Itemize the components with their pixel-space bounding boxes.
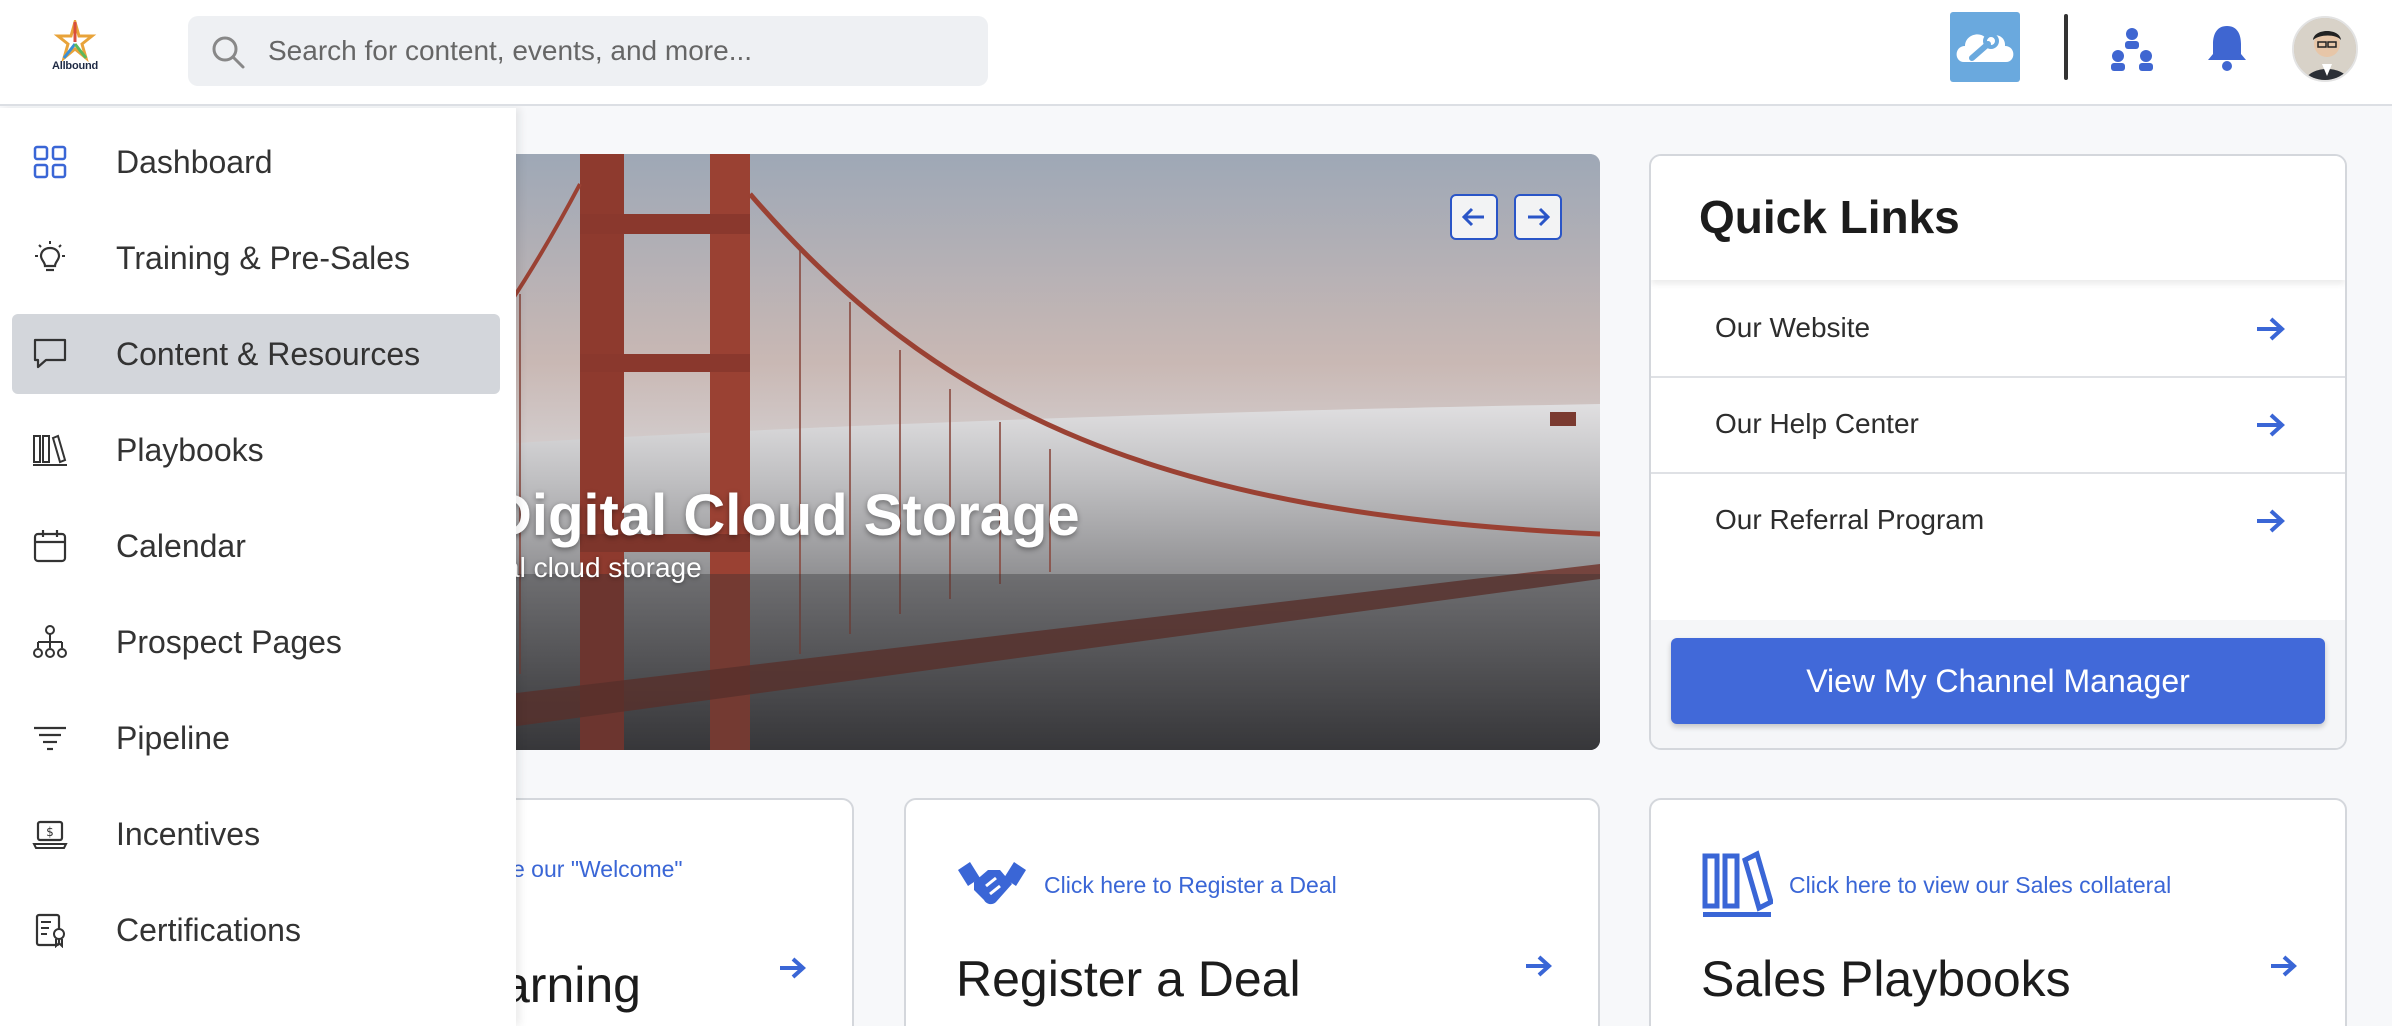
quick-links-title: Quick Links (1699, 191, 1960, 243)
sidebar-item-dashboard[interactable]: Dashboard (12, 122, 500, 202)
card-title: arning (502, 957, 641, 1013)
top-bar: Allbound (0, 0, 2392, 106)
quick-links-panel: Quick Links Our Website Our Help Center … (1649, 154, 2347, 750)
card-title: Register a Deal (956, 951, 1301, 1007)
sidebar-item-content-resources[interactable]: Content & Resources (12, 314, 500, 394)
hero-next-button[interactable] (1514, 194, 1562, 240)
header-divider (2064, 14, 2068, 80)
sidebar-item-certifications[interactable]: Certifications (12, 890, 500, 970)
quick-link-website[interactable]: Our Website (1651, 282, 2345, 378)
arrow-left-icon (1462, 207, 1484, 227)
lightbulb-icon (35, 241, 65, 272)
card-link[interactable]: Click here to view our Sales collateral (1789, 872, 2171, 899)
laptop-dollar-icon: $ (32, 820, 68, 849)
card-sales-playbooks[interactable]: Click here to view our Sales collateral … (1649, 798, 2347, 1026)
sidebar-item-prospect-pages[interactable]: Prospect Pages (12, 602, 500, 682)
sidebar-item-label: Training & Pre-Sales (116, 239, 411, 276)
search-input[interactable] (268, 16, 968, 86)
sidebar-nav: Dashboard Training & Pre-Sales Content &… (0, 108, 516, 1026)
search-icon (212, 36, 245, 69)
sidebar-item-label: Certifications (116, 911, 301, 948)
filter-lines-icon (34, 726, 66, 751)
dashboard-grid-icon (33, 145, 67, 179)
svg-text:$: $ (46, 825, 54, 839)
speech-bubble-icon (33, 338, 67, 369)
books-icon (1702, 850, 1773, 917)
sidebar-item-incentives[interactable]: $ Incentives (12, 794, 500, 874)
sidebar-item-label: Calendar (116, 527, 246, 564)
quick-link-help-center[interactable]: Our Help Center (1651, 378, 2345, 474)
bell-icon[interactable] (2204, 22, 2250, 72)
quick-link-label: Our Help Center (1715, 408, 1919, 439)
hero-title: Digital Cloud Storage (490, 483, 1080, 548)
card-link[interactable]: Click here to Register a Deal (1044, 872, 1337, 899)
sidebar-item-label: Prospect Pages (116, 623, 342, 660)
card-title: Sales Playbooks (1701, 951, 2071, 1007)
arrow-right-icon[interactable] (1524, 954, 1552, 978)
quick-link-label: Our Referral Program (1715, 504, 1985, 535)
view-channel-manager-button[interactable]: View My Channel Manager (1671, 638, 2325, 724)
quick-link-referral-program[interactable]: Our Referral Program (1651, 474, 2345, 570)
sidebar-item-label: Incentives (116, 815, 261, 852)
avatar[interactable] (2292, 16, 2358, 82)
allbound-logo[interactable]: Allbound (42, 16, 108, 80)
certificate-icon (35, 913, 65, 948)
books-icon (33, 434, 67, 466)
sidebar-item-label: Pipeline (116, 719, 230, 756)
calendar-icon (33, 530, 67, 563)
hero-banner[interactable]: Digital Cloud Storage ital cloud storage (340, 154, 1600, 750)
arrow-right-icon[interactable] (2269, 954, 2297, 978)
sidebar-item-label: Content & Resources (116, 335, 421, 372)
hero-prev-button[interactable] (1450, 194, 1498, 240)
arrow-right-icon (1528, 207, 1550, 227)
org-chart-icon[interactable] (2108, 26, 2156, 72)
arrow-right-icon (2257, 509, 2285, 533)
arrow-right-icon[interactable] (778, 956, 806, 980)
sidebar-item-label: Dashboard (116, 143, 273, 180)
handshake-icon (958, 862, 1026, 905)
golden-gate-bridge-image (340, 154, 1600, 750)
quick-links-header: Quick Links (1651, 156, 2345, 280)
quick-link-label: Our Website (1715, 312, 1871, 343)
sidebar-item-playbooks[interactable]: Playbooks (12, 410, 500, 490)
card-link[interactable]: e our "Welcome" (512, 856, 683, 883)
hero-subtitle: ital cloud storage (490, 552, 702, 583)
hierarchy-icon (33, 625, 67, 658)
star-logo-icon (53, 16, 97, 63)
search-bar[interactable] (188, 16, 988, 86)
sidebar-item-label: Playbooks (116, 431, 264, 468)
sidebar-item-pipeline[interactable]: Pipeline (12, 698, 500, 778)
quick-links-footer: View My Channel Manager (1651, 620, 2345, 748)
logo-text: Allbound (51, 60, 99, 72)
arrow-right-icon (2257, 317, 2285, 341)
cloud-wrench-icon[interactable] (1950, 12, 2020, 82)
arrow-right-icon (2257, 413, 2285, 437)
card-register-deal[interactable]: Click here to Register a Deal Register a… (904, 798, 1600, 1026)
sidebar-item-training[interactable]: Training & Pre-Sales (12, 218, 500, 298)
sidebar-item-calendar[interactable]: Calendar (12, 506, 500, 586)
